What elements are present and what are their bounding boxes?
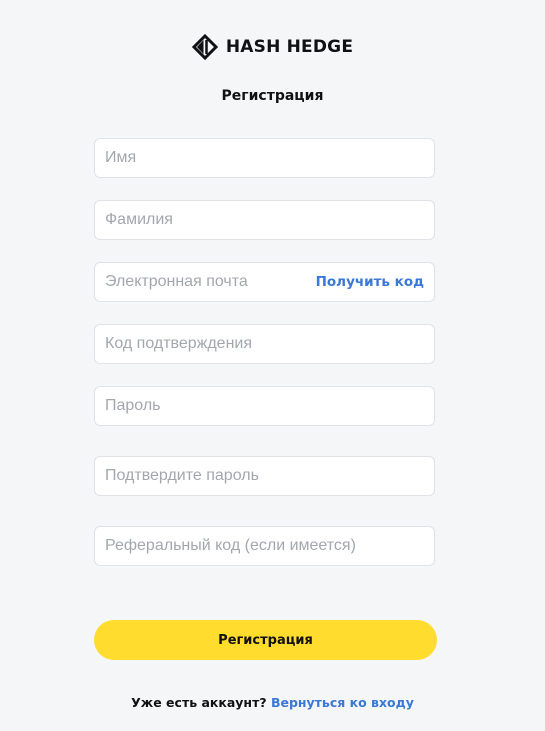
register-button[interactable]: Регистрация	[94, 620, 437, 660]
page-title: Регистрация	[221, 88, 324, 104]
confirmation-code-input[interactable]	[95, 325, 434, 363]
referral-code-input[interactable]	[95, 527, 434, 565]
get-code-button[interactable]: Получить код	[316, 274, 434, 290]
brand-name: HASH HEDGE	[225, 37, 354, 57]
footer: Уже есть аккаунт? Вернуться ко входу	[0, 695, 545, 710]
first-name-input[interactable]	[95, 139, 434, 177]
referral-code-field	[94, 526, 435, 566]
confirm-password-input[interactable]	[95, 457, 434, 495]
confirmation-code-field	[94, 324, 435, 364]
have-account-text: Уже есть аккаунт?	[131, 695, 267, 710]
first-name-field	[94, 138, 435, 178]
password-input[interactable]	[95, 387, 434, 425]
password-field	[94, 386, 435, 426]
email-input[interactable]	[95, 263, 316, 301]
email-field: Получить код	[94, 262, 435, 302]
last-name-field	[94, 200, 435, 240]
brand-logo: HASH HEDGE	[0, 34, 545, 60]
last-name-input[interactable]	[95, 201, 434, 239]
confirm-password-field	[94, 456, 435, 496]
hash-hedge-diamond-icon	[191, 34, 218, 60]
login-link[interactable]: Вернуться ко входу	[271, 695, 414, 710]
